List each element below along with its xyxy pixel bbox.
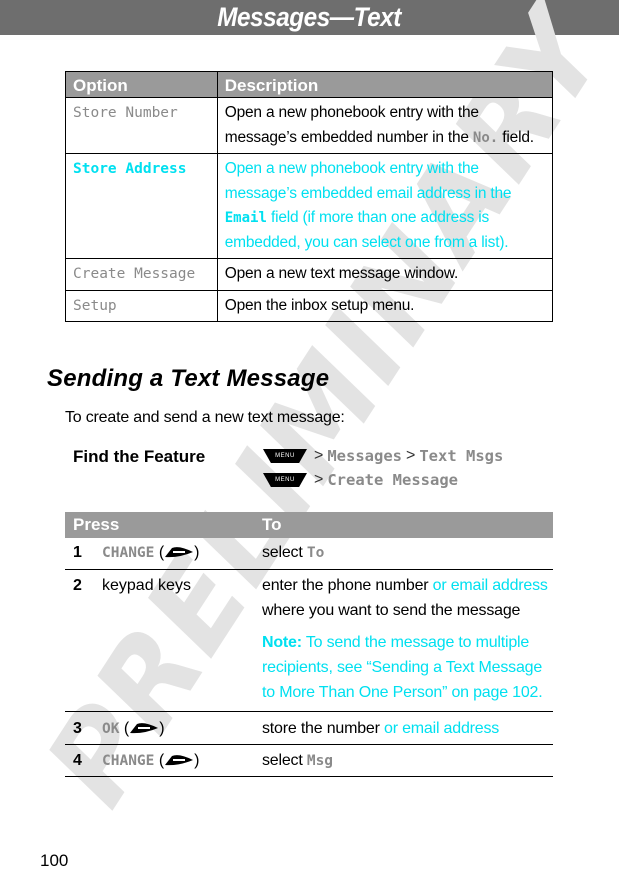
steps-table: Press To 1 CHANGE () select To 2 keypad … [65,512,553,777]
key-change: CHANGE [102,753,155,769]
note-label: Note: [262,634,302,651]
key-ok: OK [102,721,120,737]
description-cell: Open a new text message window. [216,258,554,291]
step-press: CHANGE () [102,752,200,769]
table-row: 3 OK () store the number or email addres… [65,712,553,745]
description-cell: Open a new phonebook entry with the mess… [216,153,554,259]
step-to: select Msg [262,748,553,776]
path-item-create-message: Create Message [327,471,458,489]
path-separator: > [314,447,324,464]
options-table: Option Description Store Number Open a n… [65,71,554,322]
field-name-to: To [306,545,325,561]
step-to: select To [262,540,553,569]
description-cell: Open a new phonebook entry with the mess… [216,97,554,154]
table-row: Setup Open the inbox setup menu. [65,289,554,322]
option-store-number: Store Number [65,97,218,154]
page-number: 100 [40,851,69,870]
step-to: enter the phone number or email address … [262,573,553,705]
column-header-description: Description [216,71,554,98]
optional-email-text: or email address [432,577,548,594]
feature-path-1: MENU > Messages > Text Msgs [263,447,503,465]
field-name-no: No. [472,129,499,146]
column-header-option: Option [65,71,218,98]
feature-path-2: MENU > Create Message [263,471,458,489]
path-item-messages: Messages [327,447,402,465]
option-store-address: Store Address [65,153,218,259]
step-number: 4 [73,752,82,769]
description-text: Open a new phonebook entry with the mess… [224,104,479,146]
step-press: keypad keys [102,577,191,594]
table-row: 4 CHANGE () select Msg [65,745,553,777]
step-to: store the number or email address [262,716,553,744]
description-text: field. [498,128,534,146]
path-separator: > [314,471,324,488]
step-number: 2 [73,577,82,594]
table-row: Create Message Open a new text message w… [65,258,554,291]
column-header-press: Press [73,515,120,534]
optional-email-text: or email address [384,720,500,737]
path-item-text-msgs: Text Msgs [419,447,504,465]
menu-key-icon: MENU [263,449,307,463]
table-row: 1 CHANGE () select To [65,538,553,570]
description-text: Open a new phonebook entry with the mess… [224,160,512,202]
step-text: store the number [262,720,384,737]
step-press: CHANGE () [102,544,200,561]
find-feature-label: Find the Feature [73,447,206,466]
option-create-message: Create Message [65,258,218,291]
options-table-header: Option Description [65,71,554,98]
page-content: Option Description Store Number Open a n… [0,0,619,888]
menu-key-icon: MENU [263,473,307,487]
step-text: select [262,752,307,769]
description-cell: Open the inbox setup menu. [216,289,554,322]
option-setup: Setup [65,289,218,322]
field-name-msg: Msg [306,753,334,769]
step-number: 1 [73,544,82,561]
description-text: field (if more than one address is embed… [224,209,509,251]
column-header-to: To [262,515,282,534]
table-row: 2 keypad keys enter the phone number or … [65,570,553,712]
table-row: Store Number Open a new phonebook entry … [65,97,554,154]
step-text-part: enter the phone number [262,577,433,594]
softkey-icon [165,546,194,557]
key-change: CHANGE [102,545,155,561]
path-separator: > [406,447,416,464]
step-text-part: where you want to send the message [262,602,521,619]
table-row: Store Address Open a new phonebook entry… [65,153,554,259]
step-press: OK () [102,720,165,737]
note-text: To send the message to multiple recipien… [262,634,543,701]
step-number: 3 [73,720,82,737]
field-name-email: Email [224,210,267,226]
softkey-icon [165,754,194,765]
step-text: select [262,544,307,561]
step-text: enter the phone number or email address … [262,573,553,623]
softkey-icon [130,722,159,733]
section-heading: Sending a Text Message [47,365,330,392]
step-note: Note: To send the message to multiple re… [262,630,553,705]
steps-table-header: Press To [65,512,553,538]
section-intro: To create and send a new text message: [65,409,345,426]
